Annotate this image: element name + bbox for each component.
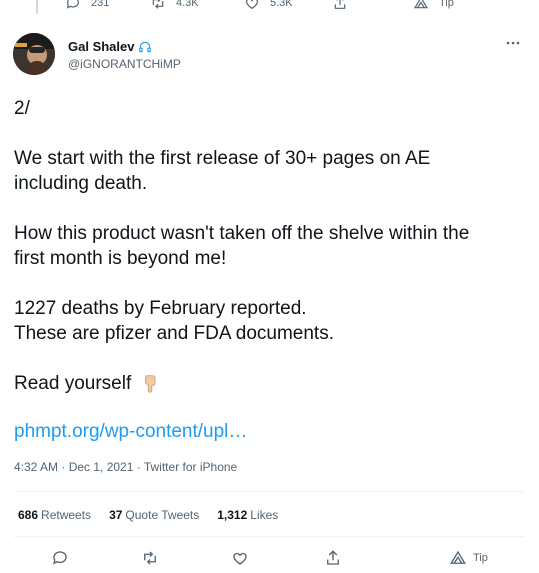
divider: [14, 491, 525, 492]
reply-icon: [66, 0, 79, 9]
prev-share-button[interactable]: [332, 0, 348, 11]
tweet-line: 1227 deaths by February reported.: [14, 298, 307, 319]
reply-icon: [52, 551, 67, 565]
heart-icon: [246, 0, 258, 10]
tweet-line: first month is beyond me!: [14, 248, 227, 269]
author-handle[interactable]: @iGNORANTCHiMP: [68, 57, 181, 71]
prev-reply-count: 231: [91, 0, 110, 9]
retweets-stat[interactable]: 686 Retweets: [18, 508, 91, 522]
tweet-line: Read yourself: [14, 373, 132, 394]
tip-icon: [450, 550, 466, 564]
prev-tip-button[interactable]: Tip: [413, 0, 454, 11]
avatar-image: [13, 33, 55, 75]
tweet-line: These are pfizer and FDA documents.: [14, 323, 334, 344]
headphones-icon: [139, 41, 152, 52]
prev-reply-button[interactable]: 231: [65, 0, 109, 11]
likes-label: Likes: [250, 508, 279, 522]
more-options-icon[interactable]: [505, 37, 521, 49]
pointing-down-emoji-icon: [145, 375, 156, 393]
divider: [14, 536, 525, 537]
retweets-label: Retweets: [41, 508, 92, 522]
retweet-button[interactable]: [141, 549, 159, 567]
retweets-count: 686: [18, 508, 39, 522]
retweet-icon: [144, 551, 156, 565]
avatar[interactable]: [13, 33, 55, 75]
tweet-timestamp-source[interactable]: 4:32 AM · Dec 1, 2021 · Twitter for iPho…: [14, 460, 237, 474]
prev-tip-label: Tip: [439, 0, 454, 9]
prev-retweet-count: 4.3K: [176, 0, 199, 9]
tip-button[interactable]: Tip: [449, 549, 488, 567]
tweet-actions: Tip: [0, 549, 539, 569]
tweet-line: How this product wasn't taken off the sh…: [14, 223, 470, 244]
prev-retweet-button[interactable]: 4.3K: [150, 0, 199, 11]
author-name[interactable]: Gal Shalev: [68, 39, 134, 54]
tweet-body: 2/ We start with the first release of 30…: [14, 96, 529, 396]
tweet-line: 2/: [14, 98, 30, 119]
reply-button[interactable]: [51, 549, 69, 567]
tweet-line-with-emoji: Read yourself: [14, 371, 529, 396]
author-name-row: Gal Shalev: [68, 39, 152, 54]
tip-label: Tip: [473, 552, 488, 564]
tweet-stats: 686 Retweets 37 Quote Tweets 1,312 Likes: [18, 508, 278, 522]
tweet-header: Gal Shalev @iGNORANTCHiMP: [13, 33, 525, 77]
tweet-line: We start with the first release of 30+ p…: [14, 148, 431, 169]
heart-icon: [233, 552, 247, 565]
likes-count: 1,312: [217, 508, 248, 522]
like-button[interactable]: [231, 549, 249, 567]
share-button[interactable]: [324, 549, 342, 567]
tip-icon: [413, 0, 429, 9]
share-icon: [334, 0, 346, 9]
quotes-label: Quote Tweets: [125, 508, 200, 522]
prev-like-button[interactable]: 5.3K: [244, 0, 293, 11]
tweet-link[interactable]: phmpt.org/wp-content/upl…: [14, 421, 247, 443]
share-icon: [327, 550, 339, 565]
quote-tweets-stat[interactable]: 37 Quote Tweets: [109, 508, 199, 522]
previous-tweet-actions: 231 4.3K 5.3K Tip: [0, 0, 539, 14]
likes-stat[interactable]: 1,312 Likes: [217, 508, 278, 522]
retweet-icon: [152, 0, 164, 9]
prev-like-count: 5.3K: [270, 0, 293, 9]
tweet-line: including death.: [14, 173, 148, 194]
quotes-count: 37: [109, 508, 123, 522]
